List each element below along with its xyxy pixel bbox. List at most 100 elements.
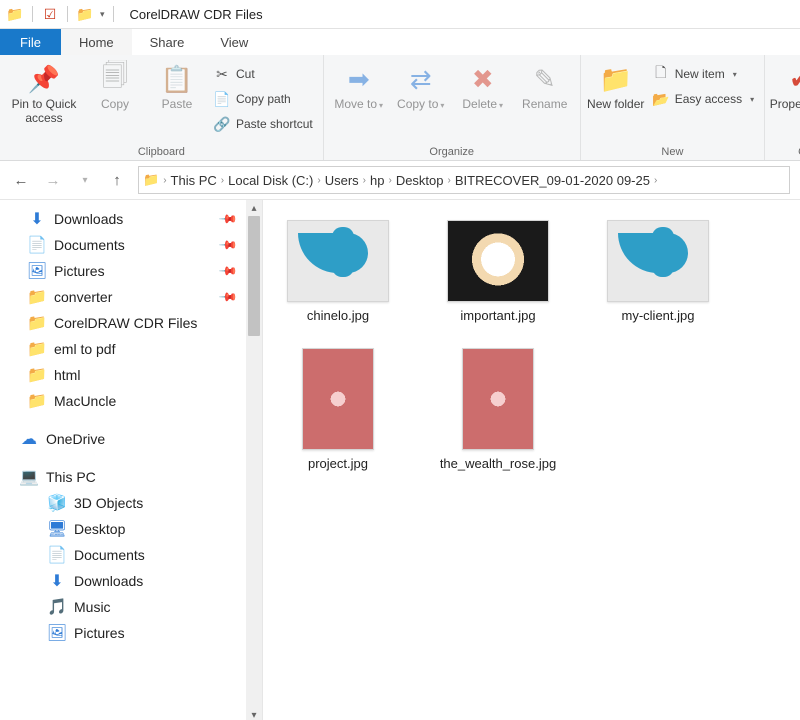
copy-icon: 🗐 <box>99 63 131 95</box>
file-content-area[interactable]: chinelo.jpg important.jpg my-client.jpg … <box>263 200 800 720</box>
file-item[interactable]: my-client.jpg <box>593 220 723 324</box>
group-clipboard: 📌 Pin to Quick access 🗐 Copy 📋 Paste ✂Cu… <box>0 55 324 160</box>
file-item[interactable]: project.jpg <box>273 348 403 472</box>
sidebar-item-label: 3D Objects <box>74 495 143 511</box>
scroll-thumb[interactable] <box>248 216 260 336</box>
sidebar-item[interactable]: 📁eml to pdf <box>10 336 262 362</box>
folder-icon: 📁 <box>143 172 159 188</box>
sidebar-item-label: converter <box>54 289 112 305</box>
sidebar-item-label: This PC <box>46 469 96 485</box>
chevron-right-icon[interactable]: › <box>386 175 393 186</box>
crumb[interactable]: Desktop <box>396 173 444 188</box>
sidebar-item-label: Downloads <box>54 211 123 227</box>
pin-icon: 📌 <box>218 261 238 281</box>
onedrive-icon: ☁ <box>20 430 38 448</box>
crumb[interactable]: Local Disk (C:) <box>228 173 313 188</box>
new-folder-button[interactable]: 📁 New folder <box>587 59 645 111</box>
copy-to-icon: ⇄ <box>405 63 437 95</box>
properties-qat-icon[interactable]: ☑ <box>41 5 59 23</box>
paste-button[interactable]: 📋 Paste <box>148 59 206 111</box>
sidebar-item[interactable]: ⬇Downloads📌 <box>10 206 262 232</box>
sidebar-item[interactable]: 🖼Pictures <box>10 620 262 646</box>
folder-icon: 📁 <box>76 5 94 23</box>
copy-path-button[interactable]: 📄Copy path <box>210 88 317 110</box>
pin-quick-access-button[interactable]: 📌 Pin to Quick access <box>6 59 82 125</box>
file-thumbnail <box>447 220 549 302</box>
group-label: New <box>661 144 683 160</box>
sidebar-item[interactable]: 📁MacUncle <box>10 388 262 414</box>
sidebar-item-label: Desktop <box>74 521 125 537</box>
chevron-right-icon[interactable]: › <box>219 175 226 186</box>
chevron-right-icon[interactable]: › <box>361 175 368 186</box>
easy-access-button[interactable]: 📂Easy access▾ <box>649 88 758 110</box>
new-item-button[interactable]: 🗋New item▾ <box>649 63 758 85</box>
sidebar-item[interactable]: 📄Documents <box>10 542 262 568</box>
desktop-icon: 🖥 <box>48 520 66 538</box>
cut-button[interactable]: ✂Cut <box>210 63 317 85</box>
paste-icon: 📋 <box>161 63 193 95</box>
crumb[interactable]: hp <box>370 173 384 188</box>
scroll-up-icon[interactable]: ▴ <box>246 200 262 216</box>
copy-to-button[interactable]: ⇄ Copy to▾ <box>392 59 450 113</box>
doc-icon: 📄 <box>48 546 66 564</box>
file-item[interactable]: chinelo.jpg <box>273 220 403 324</box>
pin-icon: 📌 <box>218 287 238 307</box>
chevron-right-icon[interactable]: › <box>315 175 322 186</box>
sidebar-scrollbar[interactable]: ▴ ▾ <box>246 200 262 720</box>
chevron-right-icon[interactable]: › <box>446 175 453 186</box>
copy-button[interactable]: 🗐 Copy <box>86 59 144 111</box>
group-open: ✔ Properties▾ Open <box>765 55 800 160</box>
up-button[interactable]: ↑ <box>106 169 128 191</box>
paste-shortcut-button[interactable]: 🔗Paste shortcut <box>210 113 317 135</box>
sidebar-item[interactable]: 📄Documents📌 <box>10 232 262 258</box>
divider <box>32 6 33 22</box>
sidebar-item[interactable]: 🧊3D Objects <box>10 490 262 516</box>
qat-dropdown-icon[interactable]: ▾ <box>100 9 105 20</box>
sidebar-item[interactable]: 🎵Music <box>10 594 262 620</box>
sidebar-item-label: Music <box>74 599 111 615</box>
tab-home[interactable]: Home <box>61 29 132 55</box>
tab-file[interactable]: File <box>0 29 61 55</box>
crumb[interactable]: This PC <box>171 173 217 188</box>
shortcut-icon: 🔗 <box>214 116 230 132</box>
rename-icon: ✎ <box>529 63 561 95</box>
crumb[interactable]: BITRECOVER_09-01-2020 09-25 <box>455 173 650 188</box>
breadcrumb-bar[interactable]: 📁 › This PC› Local Disk (C:)› Users› hp›… <box>138 166 790 194</box>
group-new: 📁 New folder 🗋New item▾ 📂Easy access▾ Ne… <box>581 55 765 160</box>
delete-button[interactable]: ✖ Delete▾ <box>454 59 512 113</box>
sidebar-item-label: OneDrive <box>46 431 105 447</box>
sidebar-item[interactable]: ⬇Downloads <box>10 568 262 594</box>
sidebar-thispc[interactable]: 💻 This PC <box>10 464 262 490</box>
pc-icon: 💻 <box>20 468 38 486</box>
sidebar-item[interactable]: 📁converter📌 <box>10 284 262 310</box>
file-item[interactable]: important.jpg <box>433 220 563 324</box>
sidebar-item[interactable]: 📁CorelDRAW CDR Files <box>10 310 262 336</box>
sidebar-onedrive[interactable]: ☁ OneDrive <box>10 426 262 452</box>
chevron-right-icon[interactable]: › <box>652 175 659 186</box>
copy-path-icon: 📄 <box>214 91 230 107</box>
divider <box>113 6 114 22</box>
file-item[interactable]: the_wealth_rose.jpg <box>433 348 563 472</box>
sidebar-item-label: MacUncle <box>54 393 116 409</box>
back-button[interactable]: ← <box>10 169 32 191</box>
sidebar-item[interactable]: 🖥 Desktop <box>10 516 262 542</box>
rename-button[interactable]: ✎ Rename <box>516 59 574 111</box>
scroll-down-icon[interactable]: ▾ <box>246 707 262 720</box>
download-icon: ⬇ <box>28 210 46 228</box>
ribbon-tabs: File Home Share View <box>0 29 800 55</box>
chevron-right-icon[interactable]: › <box>161 175 168 186</box>
sidebar-item[interactable]: 🖼Pictures📌 <box>10 258 262 284</box>
pin-icon: 📌 <box>28 63 60 95</box>
new-item-icon: 🗋 <box>653 66 669 82</box>
sidebar-item[interactable]: 📁html <box>10 362 262 388</box>
nav-sidebar: ⬇Downloads📌📄Documents📌🖼Pictures📌📁convert… <box>0 200 263 720</box>
file-name-label: the_wealth_rose.jpg <box>440 456 556 472</box>
tab-share[interactable]: Share <box>132 29 203 55</box>
sidebar-item-label: html <box>54 367 80 383</box>
properties-button[interactable]: ✔ Properties▾ <box>771 59 800 113</box>
forward-button[interactable]: → <box>42 169 64 191</box>
move-to-button[interactable]: ➡ Move to▾ <box>330 59 388 113</box>
crumb[interactable]: Users <box>325 173 359 188</box>
tab-view[interactable]: View <box>202 29 266 55</box>
recent-dropdown[interactable]: ▾ <box>74 169 96 191</box>
